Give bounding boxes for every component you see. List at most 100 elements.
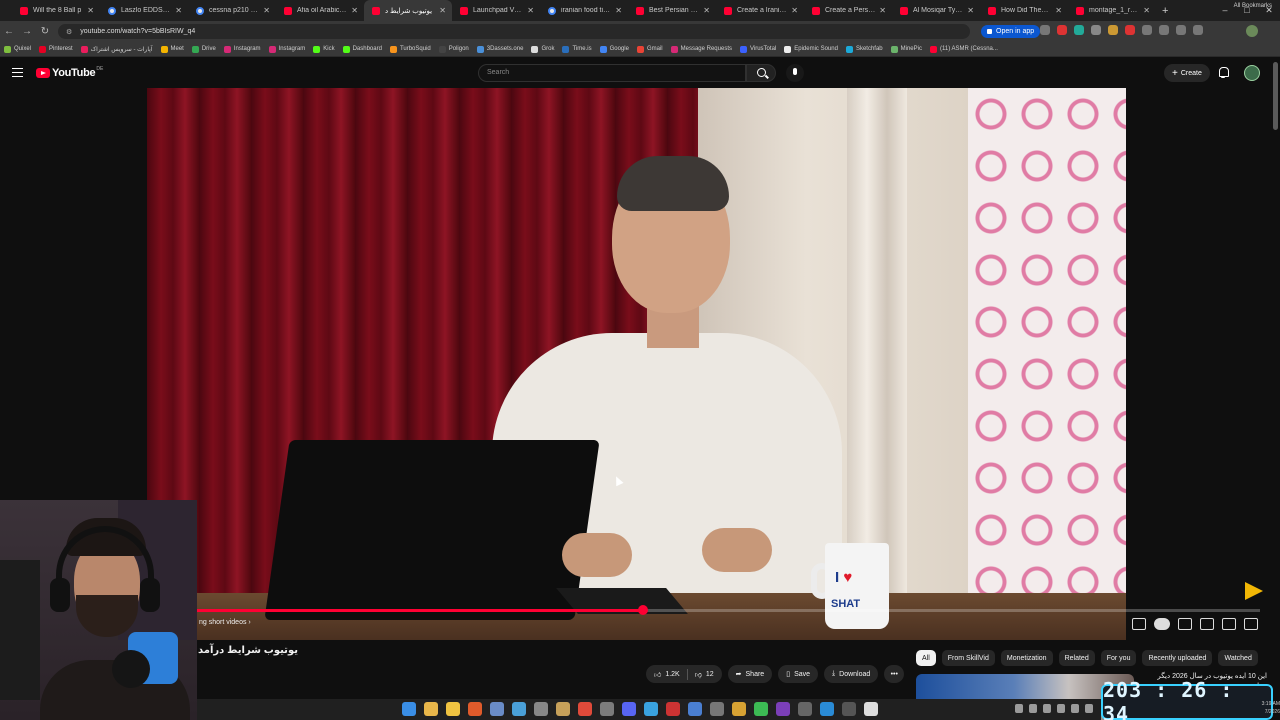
filter-chip[interactable]: Related xyxy=(1058,650,1095,666)
tray-icon[interactable] xyxy=(1043,704,1051,713)
browser-tab[interactable]: Create a Iranian fo✕ xyxy=(716,0,804,21)
browser-tab[interactable]: cessna p210 - Goo ✕ xyxy=(188,0,276,21)
video-progress-bar[interactable] xyxy=(197,605,1260,615)
browser-tab[interactable]: montage_1_region✕ xyxy=(1068,0,1156,21)
download-button[interactable]: ⤓ Download xyxy=(824,665,879,683)
start-menu-icon[interactable] xyxy=(402,702,416,716)
address-bar[interactable]: ⚙ youtube.com/watch?v=5bBIsRIW_q4 xyxy=(58,24,970,39)
menu-icon[interactable] xyxy=(12,68,23,77)
reload-icon[interactable]: ↻ xyxy=(36,26,54,37)
file-explorer-icon[interactable] xyxy=(424,702,438,716)
browser-tab[interactable]: Laszlo EDDS - Goo ✕ xyxy=(100,0,188,21)
bookmark-item[interactable]: Time.is xyxy=(562,45,592,53)
like-count[interactable]: 1.2K xyxy=(665,671,679,678)
bookmark-item[interactable]: Instagram xyxy=(268,45,305,53)
fullscreen-icon[interactable] xyxy=(1244,618,1258,630)
close-tab-icon[interactable]: ✕ xyxy=(1143,6,1150,15)
app-icon[interactable] xyxy=(622,702,636,716)
bookmark-item[interactable]: MinePic xyxy=(890,45,922,53)
app-icon[interactable] xyxy=(666,702,680,716)
new-tab-button[interactable]: + xyxy=(1162,5,1168,17)
more-actions-button[interactable]: ••• xyxy=(884,665,905,683)
app-icon[interactable] xyxy=(820,702,834,716)
site-info-icon[interactable]: ⚙ xyxy=(66,28,72,36)
close-tab-icon[interactable]: ✕ xyxy=(967,6,974,15)
app-icon[interactable] xyxy=(512,702,526,716)
close-tab-icon[interactable]: ✕ xyxy=(527,6,534,15)
app-icon[interactable] xyxy=(798,702,812,716)
page-scrollbar[interactable] xyxy=(1273,62,1278,130)
close-tab-icon[interactable]: ✕ xyxy=(879,6,886,15)
browser-tab[interactable]: iranian food tier lis ✕ xyxy=(540,0,628,21)
browser-tab[interactable]: Will the 8 Ball p ✕ xyxy=(12,0,100,21)
extension-icon[interactable] xyxy=(1125,25,1135,35)
bookmark-item[interactable]: Gmail xyxy=(636,45,663,53)
tray-icon[interactable] xyxy=(1015,704,1023,713)
app-icon[interactable] xyxy=(688,702,702,716)
create-button[interactable]: + Create xyxy=(1164,64,1210,82)
app-icon[interactable] xyxy=(776,702,790,716)
app-icon[interactable] xyxy=(644,702,658,716)
extension-icon[interactable] xyxy=(1074,25,1084,35)
folder-icon[interactable] xyxy=(446,702,460,716)
search-input[interactable]: Search xyxy=(478,64,746,82)
bookmark-item[interactable]: Kick xyxy=(313,45,335,53)
bookmark-item[interactable]: Instagram xyxy=(223,45,261,53)
tray-icon[interactable] xyxy=(1071,704,1079,713)
browser-tab[interactable]: Afia oil Arabic men✕ xyxy=(276,0,364,21)
bookmark-item[interactable]: (11) ASMR (Cessna... xyxy=(929,45,998,53)
open-in-app-button[interactable]: Open in app xyxy=(981,25,1041,38)
close-tab-icon[interactable]: ✕ xyxy=(351,6,358,15)
filter-chip[interactable]: Monetization xyxy=(1000,650,1053,666)
forward-icon[interactable]: → xyxy=(18,26,36,37)
close-tab-icon[interactable]: ✕ xyxy=(791,6,798,15)
bookmark-item[interactable]: Pinterest xyxy=(39,45,73,53)
extension-icon[interactable] xyxy=(1057,25,1067,35)
bookmark-item[interactable]: TurboSquid xyxy=(389,45,431,53)
close-tab-icon[interactable]: ✕ xyxy=(703,6,710,15)
bookmark-item[interactable]: Google xyxy=(599,45,629,53)
bookmark-item[interactable]: VirusTotal xyxy=(740,45,776,53)
filter-chip[interactable]: For you xyxy=(1100,650,1137,666)
filter-chip[interactable]: From SkillVid xyxy=(941,650,995,666)
bookmark-item[interactable]: Epidemic Sound xyxy=(784,45,838,53)
settings-gear-icon[interactable] xyxy=(1200,618,1214,630)
incognito-icon[interactable] xyxy=(1159,25,1169,35)
share-button[interactable]: ➦ Share xyxy=(727,665,773,683)
youtube-logo[interactable]: YouTube DE xyxy=(36,66,103,79)
bookmark-item[interactable]: Dashboard xyxy=(342,45,382,53)
filter-chip[interactable]: Recently uploaded xyxy=(1142,650,1213,666)
autoplay-toggle[interactable] xyxy=(1154,618,1170,630)
account-avatar[interactable] xyxy=(1244,65,1260,81)
settings-app-icon[interactable] xyxy=(534,702,548,716)
tray-icon[interactable] xyxy=(1085,704,1093,713)
close-tab-icon[interactable]: ✕ xyxy=(439,6,446,15)
bookmark-item[interactable]: 3Dassets.one xyxy=(476,45,523,53)
video-player[interactable]: I ♥ SHAT xyxy=(147,88,1126,640)
save-button[interactable]: ▯ Save xyxy=(778,665,819,683)
app-icon[interactable] xyxy=(556,702,570,716)
browser-tab[interactable]: Best Persian Food ✕ xyxy=(628,0,716,21)
search-icon[interactable] xyxy=(746,64,776,82)
downloads-icon[interactable] xyxy=(1176,25,1186,35)
bookmark-item[interactable]: Poligon xyxy=(438,45,469,53)
profile-avatar[interactable] xyxy=(1246,25,1258,37)
app-icon[interactable] xyxy=(710,702,724,716)
bookmark-item[interactable]: Message Requests xyxy=(670,45,732,53)
tray-icon[interactable] xyxy=(1029,704,1037,713)
app-icon[interactable] xyxy=(754,702,768,716)
microphone-icon[interactable] xyxy=(786,64,804,82)
back-icon[interactable]: ← xyxy=(0,26,18,37)
bookmark-star-icon[interactable] xyxy=(1040,25,1050,35)
bookmark-item[interactable]: Drive xyxy=(191,45,216,53)
miniplayer-icon[interactable] xyxy=(1132,618,1146,630)
system-clock[interactable]: 3:19 AM 7/2026 xyxy=(1250,700,1280,716)
extension-icon[interactable] xyxy=(1091,25,1101,35)
app-icon[interactable] xyxy=(842,702,856,716)
dislike-count[interactable]: 12 xyxy=(706,671,714,678)
all-bookmarks-button[interactable]: All Bookmarks xyxy=(1234,3,1272,9)
thumbs-down-icon[interactable]: 👎︎ xyxy=(695,670,702,679)
close-tab-icon[interactable]: ✕ xyxy=(263,6,270,15)
notifications-bell-icon[interactable] xyxy=(1218,67,1229,78)
app-icon[interactable] xyxy=(864,702,878,716)
